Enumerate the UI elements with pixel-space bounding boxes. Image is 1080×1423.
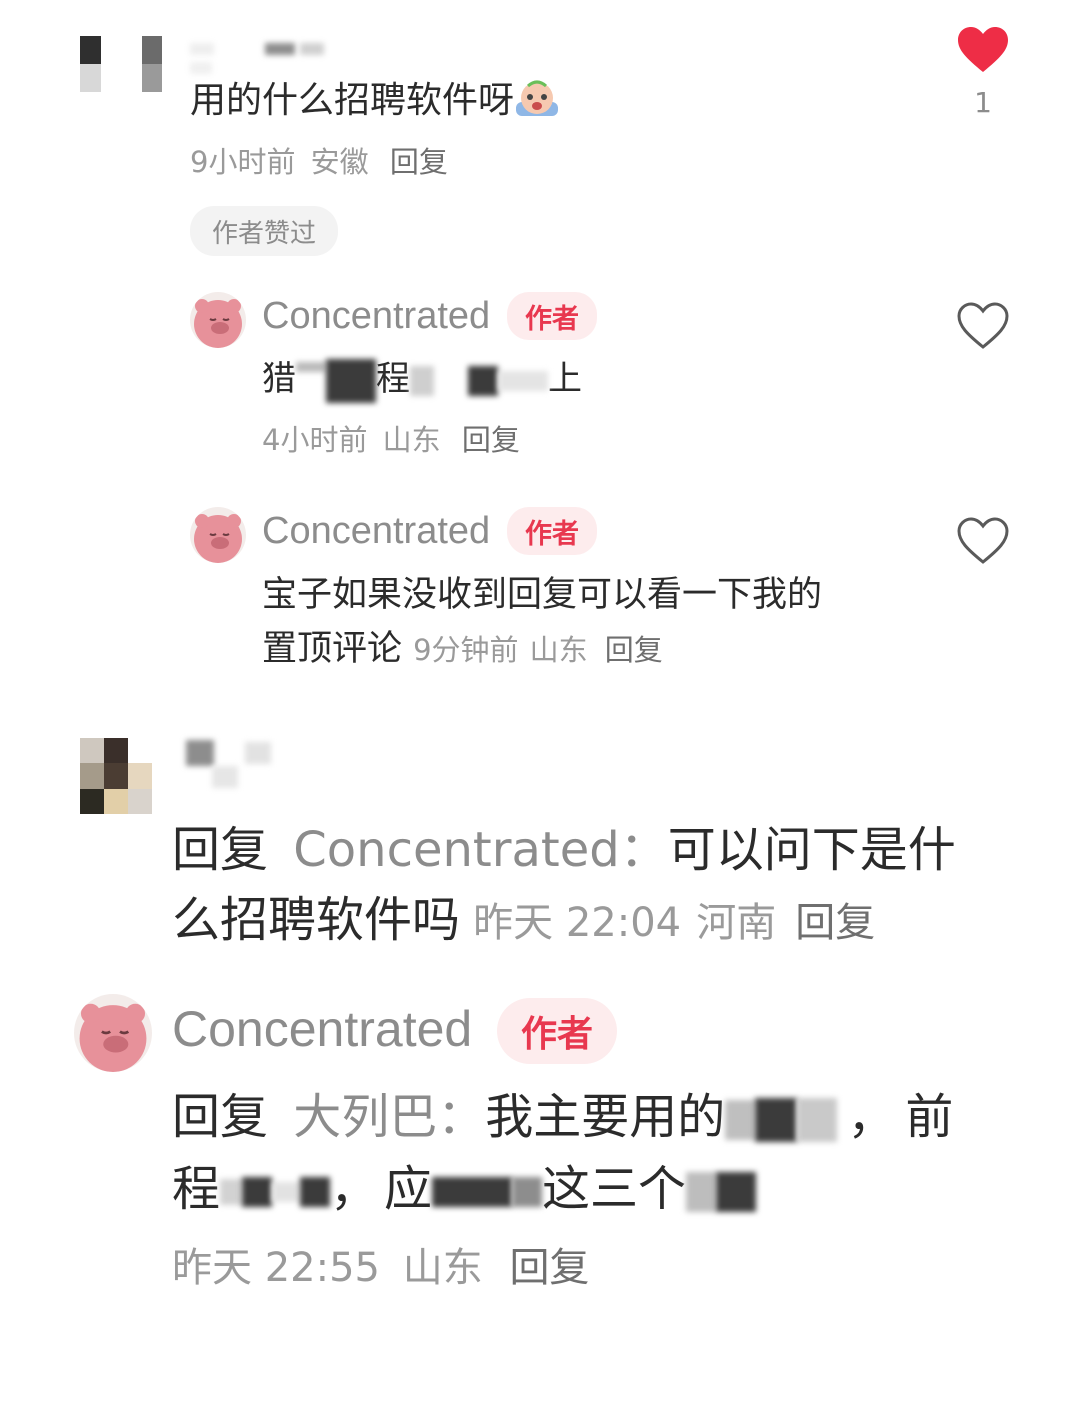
- comment-text: 回复 Concentrated：可以问下是什: [172, 822, 956, 878]
- comment-text-line2: 么招聘软件吗 昨天 22:04 河南 回复: [172, 892, 876, 948]
- comment-meta: 昨天 22:55 山东 回复: [172, 1245, 590, 1291]
- heart-outline-icon: [957, 302, 1009, 349]
- author-tag: 作者: [497, 998, 617, 1064]
- username[interactable]: Concentrated: [172, 998, 472, 1060]
- comment-text: 回复 大列巴：我主要用的，前: [172, 1089, 954, 1145]
- username[interactable]: Concentrated: [262, 292, 490, 340]
- reply-button[interactable]: 回复: [390, 145, 448, 179]
- reply-button[interactable]: 回复: [462, 423, 520, 457]
- avatar-bear[interactable]: [74, 994, 152, 1072]
- like-button[interactable]: [956, 302, 1010, 350]
- username-blurred[interactable]: [186, 740, 326, 788]
- reply-to-username[interactable]: 大列巴：: [293, 1089, 485, 1145]
- avatar-bear[interactable]: [190, 507, 246, 563]
- comment-meta: 9小时前 安徽 回复: [190, 145, 448, 179]
- like-count: 1: [974, 86, 992, 119]
- comment-text-line2: 程，应这三个: [172, 1158, 757, 1220]
- reply-button[interactable]: 回复: [509, 1245, 589, 1291]
- reply-meta: 4小时前 山东 回复: [262, 423, 520, 457]
- crying-face-icon: [514, 78, 560, 118]
- avatar-bear[interactable]: [190, 292, 246, 348]
- heart-filled-icon: [958, 27, 1008, 72]
- comment-text: 用的什么招聘软件呀: [190, 78, 560, 124]
- avatar-pixelated[interactable]: [80, 36, 162, 92]
- reply-button[interactable]: 回复: [605, 633, 663, 667]
- heart-outline-icon: [957, 517, 1009, 564]
- reply-button[interactable]: 回复: [795, 900, 875, 946]
- author-tag: 作者: [507, 292, 597, 340]
- reply-to-username[interactable]: Concentrated：: [293, 822, 667, 878]
- like-button[interactable]: [956, 26, 1010, 74]
- reply-text: 猎程上: [262, 356, 582, 403]
- author-liked-badge: 作者赞过: [190, 206, 338, 256]
- username-blurred[interactable]: [190, 38, 350, 74]
- author-tag: 作者: [507, 507, 597, 555]
- reply-text-line2: 置顶评论 9分钟前 山东 回复: [262, 629, 663, 669]
- like-button[interactable]: [956, 517, 1010, 565]
- avatar-pixelated[interactable]: [80, 738, 152, 814]
- username[interactable]: Concentrated: [262, 507, 490, 555]
- reply-text: 宝子如果没收到回复可以看一下我的: [262, 575, 823, 615]
